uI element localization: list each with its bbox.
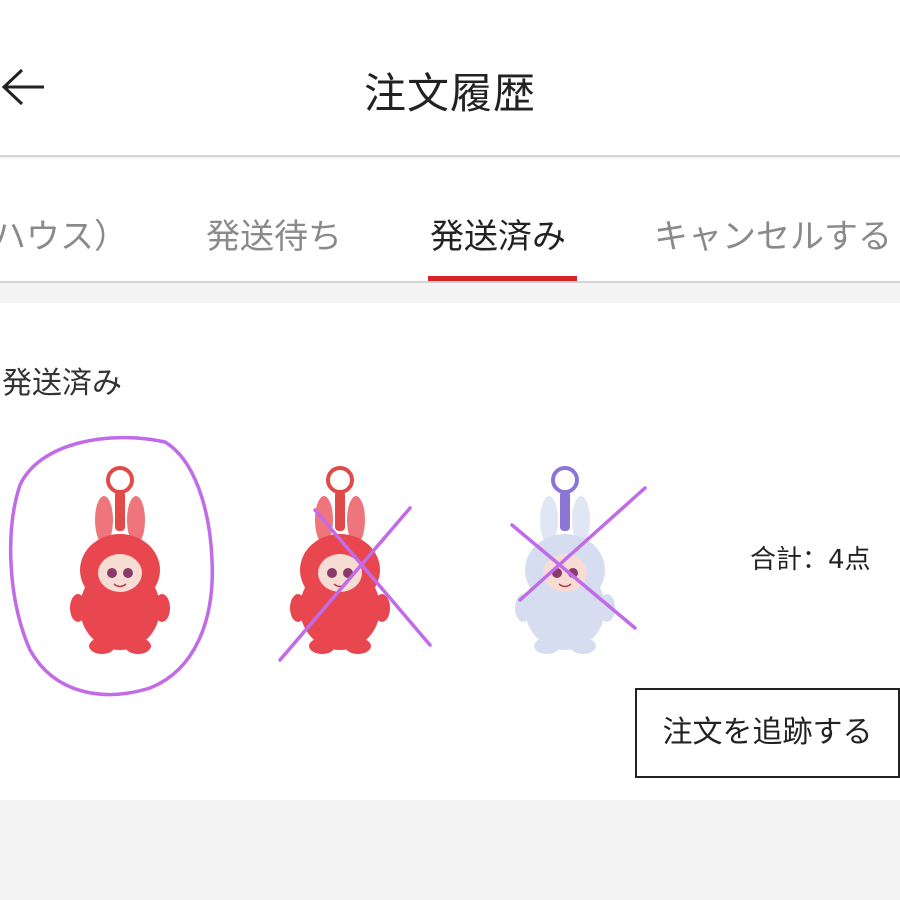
order-total: 合計：4点	[750, 545, 871, 575]
order-item[interactable]	[505, 458, 625, 658]
tab-shipped[interactable]: 発送済み	[430, 209, 566, 258]
tab-warehouse[interactable]: ハウス）	[0, 209, 128, 258]
tab-cancel[interactable]: キャンセルする	[654, 209, 892, 258]
plush-keychain-image	[290, 466, 390, 654]
plush-keychain-image	[515, 466, 615, 654]
active-tab-indicator	[428, 276, 577, 281]
order-card: 発送済み 合計：4点 注文を追跡する	[0, 303, 900, 800]
order-item[interactable]	[280, 458, 400, 658]
track-order-button[interactable]: 注文を追跡する	[635, 688, 900, 778]
order-status-tabs: ハウス） 発送待ち 発送済み キャンセルする	[0, 159, 900, 283]
section-gap	[0, 285, 900, 303]
app-header: 注文履歴	[0, 0, 900, 157]
tab-awaiting-shipment[interactable]: 発送待ち	[206, 209, 342, 258]
order-status-label: 発送済み	[2, 366, 122, 401]
page-title: 注文履歴	[363, 69, 536, 118]
order-item[interactable]	[60, 458, 180, 658]
plush-keychain-image	[70, 466, 170, 654]
